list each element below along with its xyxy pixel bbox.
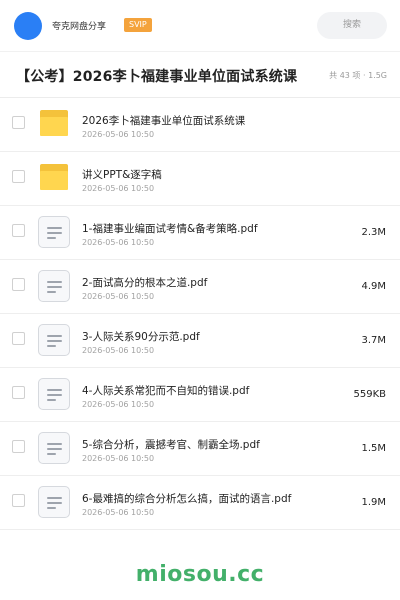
brand-name: 夸克网盘分享 (52, 22, 107, 32)
file-name[interactable]: 2026李卜福建事业单位面试系统课 (82, 113, 245, 128)
file-name[interactable]: 5-综合分析，震撼考官、制霸全场.pdf (82, 437, 260, 452)
list-item[interactable]: 1-福建事业编面试考情&备考策略.pdf 2026-05-06 10:50 2.… (0, 206, 400, 260)
watermark: miosou.cc (135, 562, 265, 587)
file-size: 4.9M (361, 281, 386, 292)
select-checkbox[interactable] (12, 170, 25, 183)
select-checkbox[interactable] (12, 332, 25, 345)
file-list: 2026李卜福建事业单位面试系统课 2026-05-06 10:50 讲义PPT… (0, 98, 400, 530)
select-checkbox[interactable] (12, 440, 25, 453)
select-checkbox[interactable] (12, 224, 25, 237)
file-date: 2026-05-06 10:50 (82, 238, 155, 247)
file-date: 2026-05-06 10:50 (82, 400, 155, 409)
document-icon (38, 486, 70, 518)
document-icon (38, 216, 70, 248)
file-name[interactable]: 3-人际关系90分示范.pdf (82, 329, 200, 344)
document-icon (38, 378, 70, 410)
list-item[interactable]: 2-面试高分的根本之道.pdf 2026-05-06 10:50 4.9M (0, 260, 400, 314)
select-checkbox[interactable] (12, 278, 25, 291)
svip-badge[interactable]: SVIP (124, 18, 152, 32)
search-input[interactable]: 搜索 (317, 12, 387, 39)
document-icon (38, 270, 70, 302)
file-name[interactable]: 2-面试高分的根本之道.pdf (82, 275, 207, 290)
select-checkbox[interactable] (12, 116, 25, 129)
document-icon (38, 432, 70, 464)
file-size: 1.9M (361, 497, 386, 508)
file-date: 2026-05-06 10:50 (82, 184, 155, 193)
folder-icon (38, 162, 70, 194)
file-date: 2026-05-06 10:50 (82, 130, 155, 139)
avatar[interactable] (14, 12, 42, 40)
list-item[interactable]: 4-人际关系常犯而不自知的错误.pdf 2026-05-06 10:50 559… (0, 368, 400, 422)
list-item[interactable]: 讲义PPT&逐字稿 2026-05-06 10:50 (0, 152, 400, 206)
file-size: 559KB (353, 389, 386, 400)
file-name[interactable]: 4-人际关系常犯而不自知的错误.pdf (82, 383, 249, 398)
document-icon (38, 324, 70, 356)
file-name[interactable]: 1-福建事业编面试考情&备考策略.pdf (82, 221, 258, 236)
top-bar: 夸克网盘分享 SVIP 搜索 (0, 0, 400, 52)
list-item[interactable]: 5-综合分析，震撼考官、制霸全场.pdf 2026-05-06 10:50 1.… (0, 422, 400, 476)
file-size: 2.3M (361, 227, 386, 238)
file-date: 2026-05-06 10:50 (82, 292, 155, 301)
file-size: 3.7M (361, 335, 386, 346)
select-checkbox[interactable] (12, 386, 25, 399)
page-title: 【公考】2026李卜福建事业单位面试系统课 (16, 69, 298, 85)
file-name[interactable]: 6-最难搞的综合分析怎么搞，面试的语言.pdf (82, 491, 291, 506)
file-name[interactable]: 讲义PPT&逐字稿 (82, 167, 162, 182)
select-checkbox[interactable] (12, 494, 25, 507)
share-header: 【公考】2026李卜福建事业单位面试系统课 共 43 项 · 1.5G (0, 52, 400, 98)
file-date: 2026-05-06 10:50 (82, 508, 155, 517)
file-size: 1.5M (361, 443, 386, 454)
list-item[interactable]: 6-最难搞的综合分析怎么搞，面试的语言.pdf 2026-05-06 10:50… (0, 476, 400, 530)
file-date: 2026-05-06 10:50 (82, 454, 155, 463)
file-date: 2026-05-06 10:50 (82, 346, 155, 355)
item-count: 共 43 项 · 1.5G (329, 71, 387, 80)
folder-icon (38, 108, 70, 140)
list-item[interactable]: 3-人际关系90分示范.pdf 2026-05-06 10:50 3.7M (0, 314, 400, 368)
list-item[interactable]: 2026李卜福建事业单位面试系统课 2026-05-06 10:50 (0, 98, 400, 152)
